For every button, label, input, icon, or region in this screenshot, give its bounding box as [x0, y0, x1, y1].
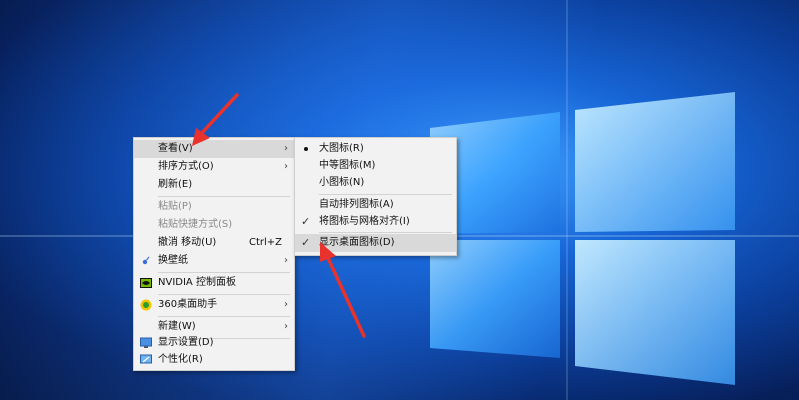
desktop-context-menu: 查看(V) › 排序方式(O) › 刷新(E) 粘贴(P) 粘贴快捷方式(S) … — [133, 137, 295, 371]
submenu-item-medium-icons[interactable]: 中等图标(M) — [295, 157, 456, 175]
submenu-separator — [319, 194, 452, 195]
menu-item-change-wallpaper[interactable]: 换壁纸 › — [134, 252, 294, 270]
menu-separator — [158, 316, 290, 317]
360-icon — [140, 299, 152, 311]
radio-dot-icon — [304, 147, 308, 151]
menu-item-sort-by[interactable]: 排序方式(O) › — [134, 158, 294, 176]
submenu-item-show-desktop-icons[interactable]: ✓ 显示桌面图标(D) — [295, 234, 456, 252]
submenu-item-align-to-grid[interactable]: ✓ 将图标与网格对齐(I) — [295, 213, 456, 231]
menu-item-display-settings[interactable]: 显示设置(D) — [134, 334, 294, 352]
chevron-right-icon: › — [284, 143, 288, 154]
submenu-item-large-icons[interactable]: 大图标(R) — [295, 140, 456, 158]
checkmark-icon: ✓ — [301, 236, 311, 249]
menu-item-refresh[interactable]: 刷新(E) — [134, 176, 294, 194]
menu-item-nvidia-control-panel[interactable]: NVIDIA 控制面板 — [134, 274, 294, 292]
menu-item-undo-move[interactable]: 撤消 移动(U) Ctrl+Z — [134, 234, 294, 252]
menu-item-360-desktop-assistant[interactable]: 360桌面助手 › — [134, 296, 294, 314]
submenu-item-auto-arrange[interactable]: 自动排列图标(A) — [295, 196, 456, 214]
menu-separator — [158, 294, 290, 295]
menu-separator — [158, 196, 290, 197]
submenu-item-small-icons[interactable]: 小图标(N) — [295, 174, 456, 192]
personalize-icon — [140, 354, 152, 364]
menu-item-paste[interactable]: 粘贴(P) — [134, 198, 294, 216]
chevron-right-icon: › — [284, 299, 288, 310]
menu-item-personalize[interactable]: 个性化(R) — [134, 351, 294, 369]
submenu-separator — [319, 232, 452, 233]
checkmark-icon: ✓ — [301, 215, 311, 228]
nvidia-icon — [140, 278, 152, 288]
menu-separator — [158, 272, 290, 273]
wallpaper-icon — [142, 256, 150, 265]
view-submenu: 大图标(R) 中等图标(M) 小图标(N) 自动排列图标(A) ✓ 将图标与网格… — [294, 137, 457, 256]
menu-item-paste-shortcut[interactable]: 粘贴快捷方式(S) — [134, 216, 294, 234]
chevron-right-icon: › — [284, 161, 288, 172]
menu-item-view[interactable]: 查看(V) › — [134, 140, 294, 158]
chevron-right-icon: › — [284, 255, 288, 266]
monitor-icon — [140, 337, 152, 348]
shortcut-label: Ctrl+Z — [248, 237, 282, 248]
